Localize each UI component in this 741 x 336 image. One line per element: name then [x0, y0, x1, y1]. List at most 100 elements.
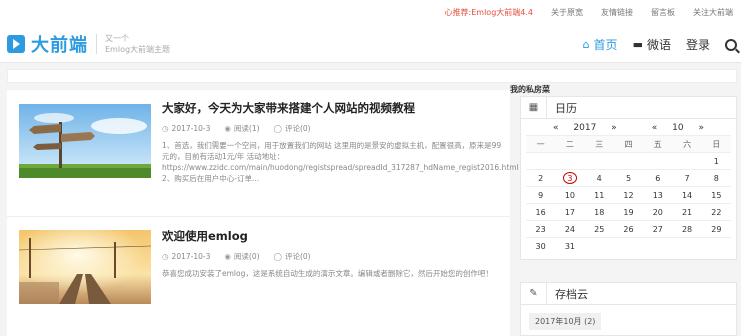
post-views-text: 阅读(1) — [233, 124, 260, 133]
calendar-day[interactable]: 24 — [555, 220, 585, 237]
main-nav: ⌂ 首页 ▬ 微语 登录 — [583, 36, 741, 53]
weekday-header: 六 — [672, 135, 702, 152]
post-comments-text: 评论(0) — [284, 124, 311, 133]
comment-icon: ◯ — [273, 252, 282, 261]
post-comments-text: 评论(0) — [284, 252, 311, 261]
calendar-day[interactable]: 22 — [701, 203, 731, 220]
calendar-empty-cell — [613, 152, 644, 169]
year-value: 2017 — [573, 123, 597, 133]
post-comments[interactable]: ◯ 评论(0) — [274, 123, 311, 134]
archive-widget: ✎ 存档云 2017年10月 (2) — [520, 282, 737, 336]
nav-login-label: 登录 — [685, 38, 710, 52]
promo-link[interactable]: 心推荐:Emlog大前端4.4 — [445, 7, 533, 18]
post-body: 欢迎使用emlog ◷ 2017-10-3 ◉ 阅读(0) ◯ 评论(0) 恭喜您成功… — [162, 228, 502, 279]
month-next-button[interactable]: » — [698, 123, 704, 133]
calendar-empty-cell — [643, 152, 673, 169]
play-logo-icon — [7, 35, 25, 53]
calendar-day[interactable]: 21 — [672, 203, 702, 220]
calendar-day[interactable]: 6 — [643, 169, 673, 186]
calendar-empty-cell — [672, 237, 702, 254]
calendar-day[interactable]: 2 — [526, 169, 556, 186]
calendar-day[interactable]: 25 — [584, 220, 614, 237]
calendar-day[interactable]: 18 — [584, 203, 614, 220]
weekday-header: 四 — [613, 135, 644, 152]
clock-icon: ◷ — [162, 252, 169, 261]
calendar-empty-cell — [701, 237, 731, 254]
logo-separator — [96, 34, 97, 54]
clock-icon: ◷ — [162, 124, 169, 133]
month-value: 10 — [672, 123, 684, 133]
calendar-day[interactable]: 31 — [555, 237, 585, 254]
calendar-empty-cell — [584, 237, 614, 254]
year-nav: « 2017 » — [547, 123, 623, 135]
railway-image[interactable] — [19, 230, 151, 304]
calendar-day[interactable]: 27 — [643, 220, 673, 237]
nav-weiyu[interactable]: ▬ 微语 — [633, 36, 671, 53]
top-link-guestbook[interactable]: 留言板 — [651, 7, 675, 18]
calendar-day[interactable]: 26 — [613, 220, 644, 237]
calendar-day[interactable]: 5 — [613, 169, 644, 186]
calendar-day[interactable]: 11 — [584, 186, 614, 203]
signpost-image[interactable] — [19, 104, 151, 178]
top-link-about[interactable]: 关于原宽 — [551, 7, 583, 18]
calendar-day[interactable]: 9 — [526, 186, 556, 203]
post-excerpt: 1、首选，我们需要一个空间，用于放置我们的网站 这里用的是景安的虚拟主机，配置很… — [162, 141, 519, 183]
calendar-day[interactable]: 4 — [584, 169, 614, 186]
nav-weiyu-label: 微语 — [646, 38, 671, 52]
month-prev-button[interactable]: « — [652, 123, 658, 133]
post-meta: ◷ 2017-10-3 ◉ 阅读(0) ◯ 评论(0) — [162, 251, 502, 262]
post-meta: ◷ 2017-10-3 ◉ 阅读(1) ◯ 评论(0) — [162, 123, 502, 134]
top-link-follow[interactable]: 关注大前端 — [693, 7, 733, 18]
top-link-friends[interactable]: 友情链接 — [601, 7, 633, 18]
calendar-day[interactable]: 7 — [672, 169, 702, 186]
calendar-grid: 一二三四五六日 1 2 3 4 5 6 7 8 9 10 11 12 13 14 15 16 17 18 19 20 21… — [526, 135, 731, 254]
calendar-day[interactable]: 30 — [526, 237, 556, 254]
search-icon[interactable] — [725, 38, 737, 51]
post-body: 大家好，今天为大家带来搭建个人网站的视频教程 ◷ 2017-10-3 ◉ 阅读(1)… — [162, 100, 519, 184]
calendar-day[interactable]: 20 — [643, 203, 673, 220]
nav-home[interactable]: ⌂ 首页 — [583, 36, 618, 53]
notice-strip — [7, 69, 737, 83]
comment-icon: ◯ — [273, 124, 282, 133]
calendar-day[interactable]: 29 — [701, 220, 731, 237]
calendar-day[interactable]: 12 — [613, 186, 644, 203]
calendar-day[interactable]: 16 — [526, 203, 556, 220]
post-views-text: 阅读(0) — [233, 252, 260, 261]
archive-header: ✎ 存档云 — [521, 282, 736, 305]
post-excerpt: 恭喜您成功安装了emlog，这是系统自动生成的演示文章。编辑或者删除它，然后开始… — [162, 269, 493, 278]
weekday-header: 日 — [701, 135, 731, 152]
calendar-day[interactable]: 8 — [701, 169, 731, 186]
post-views: ◉ 阅读(0) — [224, 251, 259, 262]
calendar-day[interactable]: 14 — [672, 186, 702, 203]
month-nav: « 10 » — [646, 123, 710, 135]
calendar-empty-cell — [584, 152, 614, 169]
post-title[interactable]: 大家好，今天为大家带来搭建个人网站的视频教程 — [162, 100, 502, 116]
eye-icon: ◉ — [224, 124, 231, 133]
calendar-day[interactable]: 19 — [613, 203, 644, 220]
today-circle — [563, 172, 578, 184]
site-logo[interactable]: 大前端 又一个 Emlog大前端主题 — [7, 31, 170, 57]
calendar-day[interactable]: 15 — [701, 186, 731, 203]
archive-item[interactable]: 2017年10月 (2) — [529, 313, 602, 330]
nav-home-label: 首页 — [593, 38, 618, 52]
weekday-header: 五 — [643, 135, 673, 152]
logo-text: 大前端 — [31, 35, 88, 56]
weekday-header: 一 — [526, 135, 556, 152]
year-next-button[interactable]: » — [611, 123, 617, 133]
calendar-day[interactable]: 3 — [555, 169, 585, 186]
post-comments[interactable]: ◯ 评论(0) — [274, 251, 311, 262]
calendar-day[interactable]: 23 — [526, 220, 556, 237]
calendar-day[interactable]: 28 — [672, 220, 702, 237]
calendar-day[interactable]: 10 — [555, 186, 585, 203]
calendar-day[interactable]: 1 — [701, 152, 731, 169]
calendar-empty-cell — [613, 237, 644, 254]
weekday-header: 三 — [584, 135, 614, 152]
calendar-title: 日历 — [555, 101, 577, 115]
calendar-day[interactable]: 13 — [643, 186, 673, 203]
top-bar: 心推荐:Emlog大前端4.4 关于原宽 友情链接 留言板 关注大前端 — [0, 0, 741, 27]
top-links: 心推荐:Emlog大前端4.4 关于原宽 友情链接 留言板 关注大前端 — [445, 7, 733, 18]
nav-login[interactable]: 登录 — [686, 36, 710, 53]
year-prev-button[interactable]: « — [553, 123, 559, 133]
post-title[interactable]: 欢迎使用emlog — [162, 228, 502, 244]
calendar-day[interactable]: 17 — [555, 203, 585, 220]
